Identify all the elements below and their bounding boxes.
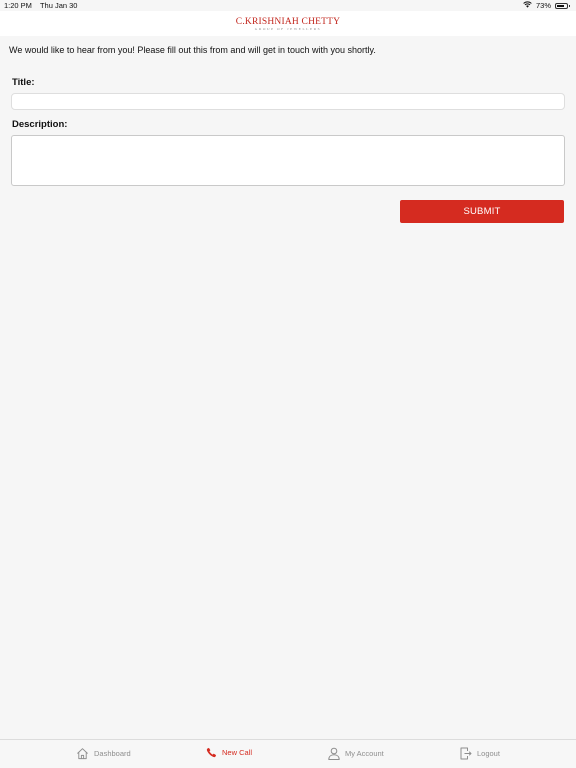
app-header: C.KRISHNIAH CHETTY GROUP OF JEWELLERS	[0, 11, 576, 36]
description-label: Description:	[12, 119, 68, 130]
battery-percent: 73%	[535, 1, 551, 10]
status-date: Thu Jan 30	[39, 1, 78, 10]
tab-logout-label: Logout	[477, 749, 500, 758]
user-icon	[328, 747, 340, 760]
battery-level	[557, 4, 564, 7]
tab-my-account-label: My Account	[345, 749, 384, 758]
status-right: 73%	[523, 1, 570, 10]
status-time: 1:20 PM	[4, 1, 32, 10]
wifi-icon	[523, 1, 532, 10]
phone-icon	[206, 747, 217, 758]
form-intro-text: We would like to hear from you! Please f…	[9, 45, 376, 55]
title-input[interactable]	[11, 93, 565, 110]
bottom-tab-bar: Dashboard New Call My Account Logout	[0, 739, 576, 768]
tab-new-call-label: New Call	[222, 748, 253, 757]
tab-logout[interactable]: Logout	[460, 747, 500, 760]
status-left: 1:20 PM Thu Jan 30	[4, 1, 77, 10]
tab-dashboard[interactable]: Dashboard	[76, 747, 131, 760]
tab-new-call[interactable]: New Call	[206, 747, 252, 758]
logout-icon	[460, 747, 472, 760]
status-bar: 1:20 PM Thu Jan 30 73%	[0, 0, 576, 11]
title-label: Title:	[12, 77, 35, 88]
tab-dashboard-label: Dashboard	[94, 749, 131, 758]
tab-my-account[interactable]: My Account	[328, 747, 384, 760]
battery-icon	[555, 2, 570, 9]
description-textarea[interactable]	[11, 135, 565, 186]
home-icon	[76, 747, 89, 760]
brand-logo: C.KRISHNIAH CHETTY	[235, 17, 341, 27]
submit-button[interactable]: SUBMIT	[400, 200, 564, 223]
brand-logo-subtitle: GROUP OF JEWELLERS	[254, 27, 322, 31]
